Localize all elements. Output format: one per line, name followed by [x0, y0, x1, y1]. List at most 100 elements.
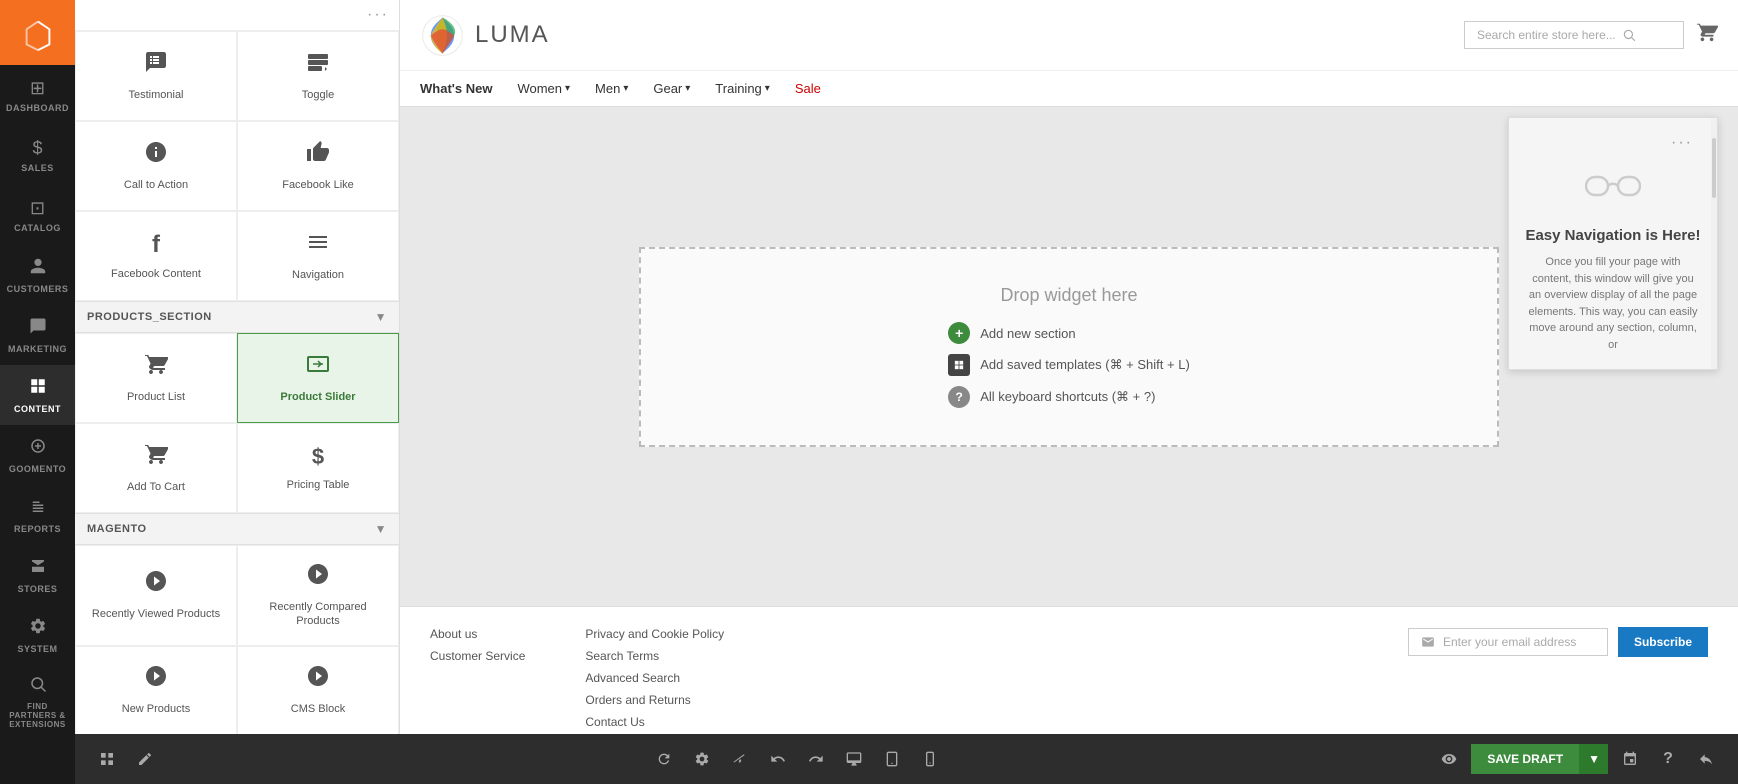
store-top-bar: LUMA Search entire store here...: [400, 0, 1738, 70]
toolbar-connections-btn[interactable]: [1614, 743, 1646, 775]
toolbar-edit-btn[interactable]: [129, 743, 161, 775]
widget-item-new-products[interactable]: New Products: [75, 646, 237, 736]
testimonial-icon: [144, 50, 168, 80]
sidebar-item-catalog[interactable]: ⊡ CATALOG: [0, 185, 75, 245]
section-magento-chevron: ▼: [375, 522, 387, 536]
toolbar-undo-btn[interactable]: [762, 743, 794, 775]
easy-nav-menu[interactable]: ···: [1671, 134, 1693, 152]
nav-women[interactable]: Women ▾: [517, 81, 570, 96]
widget-label-fb-content: Facebook Content: [111, 267, 201, 281]
toolbar-redo-btn[interactable]: [800, 743, 832, 775]
customers-icon: [29, 257, 47, 280]
widget-label-new-products: New Products: [122, 702, 190, 716]
store-logo: LUMA: [420, 13, 550, 58]
sidebar-label-catalog: CATALOG: [14, 223, 61, 233]
toolbar-send-btn[interactable]: [724, 743, 756, 775]
footer-link-orders-returns[interactable]: Orders and Returns: [585, 693, 724, 707]
widget-item-cms-block[interactable]: CMS Block: [237, 646, 399, 736]
drop-zone[interactable]: Drop widget here + Add new section Add s…: [639, 247, 1499, 447]
widget-item-navigation[interactable]: Navigation: [237, 211, 399, 301]
add-section-action[interactable]: + Add new section: [948, 322, 1190, 344]
sidebar-item-dashboard[interactable]: ⊞ DASHBOARD: [0, 65, 75, 125]
cart-icon[interactable]: [1696, 21, 1718, 49]
section-magento-label: MAGENTO: [87, 523, 147, 535]
footer-link-customer-service[interactable]: Customer Service: [430, 649, 525, 663]
widget-item-recently-viewed[interactable]: Recently Viewed Products: [75, 545, 237, 646]
store-search[interactable]: Search entire store here...: [1464, 21, 1684, 49]
nav-gear[interactable]: Gear ▾: [653, 81, 690, 96]
toggle-icon: [306, 50, 330, 80]
sales-icon: $: [32, 138, 42, 159]
easy-nav-popup: ··· Easy Navigation is Here! Once you fi…: [1508, 117, 1718, 370]
newsletter-input[interactable]: Enter your email address: [1408, 628, 1608, 656]
widget-panel: ··· Testimonial Toggle Call to Action: [75, 0, 400, 784]
toolbar-refresh-btn[interactable]: [648, 743, 680, 775]
sidebar-label-reports: REPORTS: [14, 524, 61, 534]
widget-item-product-list[interactable]: Product List: [75, 333, 237, 423]
sidebar-item-goomento[interactable]: GOOMENTO: [0, 425, 75, 485]
add-section-btn[interactable]: +: [948, 322, 970, 344]
section-products-label: products_section: [87, 311, 212, 323]
add-section-label: Add new section: [980, 326, 1075, 341]
footer-link-about[interactable]: About us: [430, 627, 525, 641]
sidebar-item-customers[interactable]: CUSTOMERS: [0, 245, 75, 305]
widget-item-pricing-table[interactable]: $ Pricing Table: [237, 423, 399, 513]
widget-item-fb-like[interactable]: Facebook Like: [237, 121, 399, 211]
widget-label-add-to-cart: Add To Cart: [127, 480, 185, 494]
search-icon: [1622, 28, 1636, 42]
sidebar-label-content: CONTENT: [14, 404, 61, 414]
nav-whats-new[interactable]: What's New: [420, 81, 492, 96]
section-products[interactable]: products_section ▼: [75, 301, 399, 333]
widget-label-toggle: Toggle: [302, 88, 334, 102]
new-products-icon: [144, 664, 168, 694]
save-draft-button[interactable]: SAVE DRAFT: [1471, 744, 1579, 774]
toolbar-right-group: SAVE DRAFT ▼ ?: [1433, 743, 1722, 775]
sidebar-label-find-partners: FIND PARTNERS & EXTENSIONS: [5, 702, 70, 729]
add-templates-btn[interactable]: [948, 354, 970, 376]
add-templates-action[interactable]: Add saved templates (⌘ + Shift + L): [948, 354, 1190, 376]
stores-icon: [29, 557, 47, 580]
widget-item-toggle[interactable]: Toggle: [237, 31, 399, 121]
toolbar-exit-btn[interactable]: [1690, 743, 1722, 775]
toolbar-grid-btn[interactable]: [91, 743, 123, 775]
nav-training[interactable]: Training ▾: [715, 81, 770, 96]
widget-item-add-to-cart[interactable]: Add To Cart: [75, 423, 237, 513]
toolbar-preview-btn[interactable]: [1433, 743, 1465, 775]
widget-label-product-slider: Product Slider: [280, 390, 355, 404]
toolbar-settings-btn[interactable]: [686, 743, 718, 775]
section-magento[interactable]: MAGENTO ▼: [75, 513, 399, 545]
sidebar-item-sales[interactable]: $ SALES: [0, 125, 75, 185]
sidebar-item-content[interactable]: CONTENT: [0, 365, 75, 425]
sidebar-item-stores[interactable]: STORES: [0, 545, 75, 605]
toolbar-desktop-btn[interactable]: [838, 743, 870, 775]
recently-compared-icon: [306, 562, 330, 592]
admin-logo[interactable]: [0, 0, 75, 65]
widget-item-fb-content[interactable]: f Facebook Content: [75, 211, 237, 301]
sidebar-item-find-partners[interactable]: FIND PARTNERS & EXTENSIONS: [0, 665, 75, 739]
toolbar-help-btn[interactable]: ?: [1652, 743, 1684, 775]
nav-sale[interactable]: Sale: [795, 81, 821, 96]
sidebar-item-marketing[interactable]: MARKETING: [0, 305, 75, 365]
pricing-table-icon: $: [312, 444, 324, 470]
footer-link-privacy[interactable]: Privacy and Cookie Policy: [585, 627, 724, 641]
footer-link-contact[interactable]: Contact Us: [585, 715, 724, 729]
nav-men[interactable]: Men ▾: [595, 81, 628, 96]
save-draft-arrow-btn[interactable]: ▼: [1579, 744, 1608, 774]
widget-item-testimonial[interactable]: Testimonial: [75, 31, 237, 121]
sidebar-item-system[interactable]: SYSTEM: [0, 605, 75, 665]
widget-label-navigation: Navigation: [292, 268, 344, 282]
cms-block-icon: [306, 664, 330, 694]
footer-link-search-terms[interactable]: Search Terms: [585, 649, 724, 663]
footer-link-advanced-search[interactable]: Advanced Search: [585, 671, 724, 685]
widget-item-recently-compared[interactable]: Recently Compared Products: [237, 545, 399, 646]
shortcuts-btn[interactable]: ?: [948, 386, 970, 408]
shortcuts-action[interactable]: ? All keyboard shortcuts (⌘ + ?): [948, 386, 1190, 408]
widget-item-cta[interactable]: Call to Action: [75, 121, 237, 211]
toolbar-mobile-btn[interactable]: [914, 743, 946, 775]
widget-item-product-slider[interactable]: Product Slider: [237, 333, 399, 423]
toolbar-tablet-btn[interactable]: [876, 743, 908, 775]
subscribe-button[interactable]: Subscribe: [1618, 627, 1708, 657]
fb-like-icon: [306, 140, 330, 170]
widget-panel-menu[interactable]: ···: [367, 6, 389, 24]
sidebar-item-reports[interactable]: REPORTS: [0, 485, 75, 545]
